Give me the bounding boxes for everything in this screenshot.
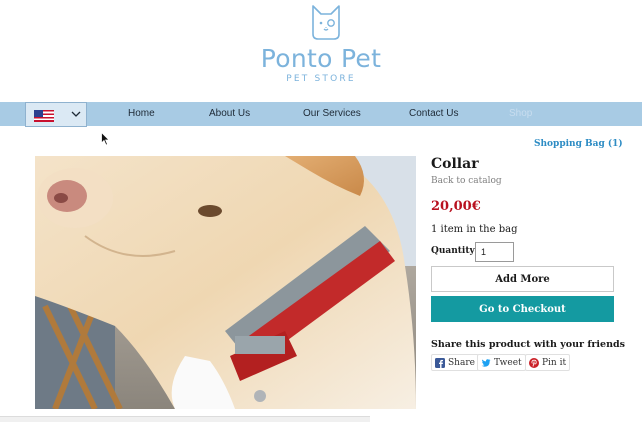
product-price: 20,00€ (431, 199, 481, 214)
pinterest-share-label: Pin it (542, 357, 567, 368)
share-title: Share this product with your friends (431, 339, 625, 350)
brand-tagline: PET STORE (286, 74, 356, 84)
nav-contact-us[interactable]: Contact Us (409, 108, 458, 119)
dog-with-collar-photo (35, 156, 416, 409)
cat-face-icon (312, 5, 340, 40)
checkout-button[interactable]: Go to Checkout (431, 296, 614, 322)
nav-shop[interactable]: Shop (509, 108, 532, 119)
product-image[interactable] (35, 156, 416, 409)
nav-home[interactable]: Home (128, 108, 155, 119)
facebook-share-label: Share (448, 357, 475, 368)
nav-our-services[interactable]: Our Services (303, 108, 361, 119)
chevron-down-icon (71, 111, 81, 117)
twitter-share-button[interactable]: Tweet (477, 354, 526, 371)
quantity-input[interactable] (475, 242, 514, 262)
browser-status-bar (0, 416, 370, 422)
us-flag-icon (34, 110, 54, 122)
twitter-share-label: Tweet (494, 357, 522, 368)
add-more-button[interactable]: Add More (431, 266, 614, 292)
back-to-catalog-link[interactable]: Back to catalog (431, 176, 502, 186)
facebook-share-button[interactable]: Share (431, 354, 479, 371)
nav-about-us[interactable]: About Us (209, 108, 250, 119)
pinterest-share-button[interactable]: Pin it (525, 354, 571, 371)
shopping-bag-link[interactable]: Shopping Bag (1) (534, 139, 623, 149)
twitter-icon (481, 358, 491, 367)
pinterest-icon (529, 357, 539, 368)
items-in-bag-text: 1 item in the bag (431, 224, 518, 235)
quantity-label: Quantity: (431, 246, 479, 256)
product-title: Collar (431, 156, 479, 172)
language-selector[interactable] (25, 102, 87, 127)
facebook-icon (435, 357, 445, 368)
brand-name: Ponto Pet (260, 44, 382, 73)
mouse-cursor-icon (101, 132, 110, 146)
